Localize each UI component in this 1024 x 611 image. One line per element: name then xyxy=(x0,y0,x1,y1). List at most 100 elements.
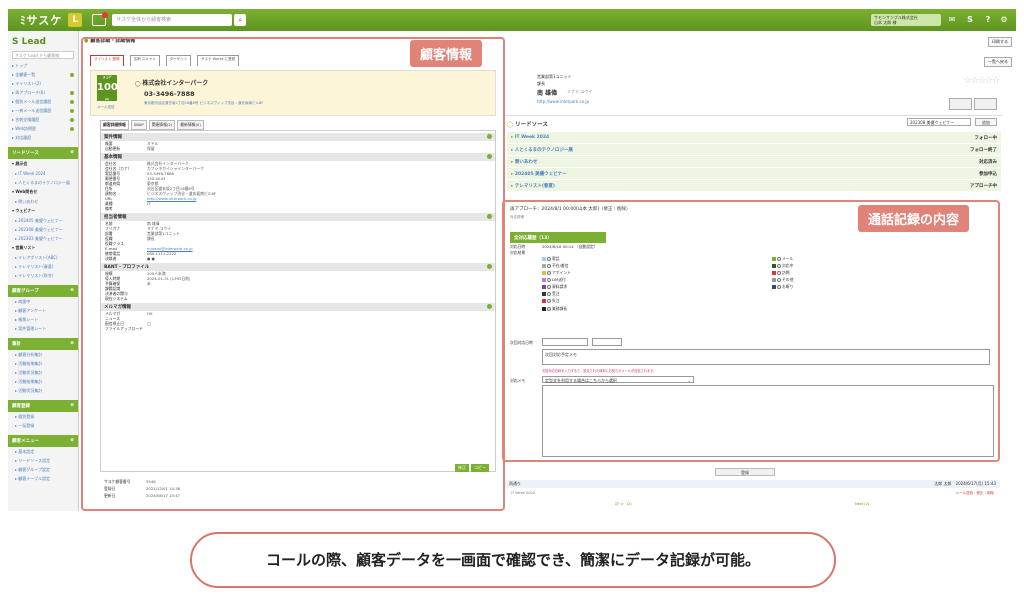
lead-source-name[interactable]: IT Week 2024 xyxy=(511,135,549,140)
sidebar-item[interactable]: ▸ テレマリスト(秋冬) xyxy=(8,271,78,280)
lead-source-row[interactable]: 問いあわせ 対応済み xyxy=(507,156,1001,168)
sidebar-section-header[interactable]: リードソース ⊕ xyxy=(8,147,78,159)
sidebar-section-header[interactable]: 顧客メニュー ⊕ xyxy=(8,435,78,447)
memo-template-select[interactable]: 定型文を利用する場合はこちらから選択 ⌄ xyxy=(542,376,694,383)
sidebar-section-header[interactable]: 顧客登録 ⊕ xyxy=(8,400,78,412)
sidebar-item[interactable]: ▸ トップ xyxy=(8,61,78,70)
sidebar-item[interactable]: ▸ 活動結果集計 xyxy=(8,359,78,368)
sidebar-item[interactable]: ▸ 名刺交換履歴 xyxy=(8,115,78,124)
history-count[interactable]: ﾛｸﾞｲﾝﾞ (2) xyxy=(615,502,632,507)
sidebar-item[interactable]: ▸ 個別メール送信履歴 xyxy=(8,97,78,106)
sidebar-item[interactable]: ▸ 案件管理シート xyxy=(8,324,78,333)
lead-source-name[interactable]: テレマリスト(春夏) xyxy=(511,183,555,189)
help-icon[interactable]: ? xyxy=(982,14,994,26)
sidebar-item[interactable]: ▸ 人とくるまのテクノロジー展 xyxy=(8,178,78,187)
sidebar-item[interactable]: ▸ 一括登録 xyxy=(8,421,78,430)
result-check-right[interactable]: 対応中 xyxy=(772,263,998,269)
sidebar-item[interactable]: ▸ テレマリスト(春夏) xyxy=(8,262,78,271)
sidebar-item[interactable]: ▸ 顧客テーブル設定 xyxy=(8,474,78,483)
lead-source-row[interactable]: 202405 美優ウェビナー 参加申込 xyxy=(507,168,1001,180)
lead-badge-icon[interactable]: L xyxy=(68,13,83,27)
lead-source-name[interactable]: 問いあわせ xyxy=(511,159,538,165)
plus-icon[interactable]: ⊕ xyxy=(70,438,74,444)
call-date-value[interactable]: 2024/6/18 00:14 （自動設定） xyxy=(542,244,598,250)
sidebar-item[interactable]: ▾ ウェビナー xyxy=(8,206,78,216)
next-time-input[interactable] xyxy=(592,338,622,346)
app-logo[interactable]: ﾐサスケ xyxy=(20,12,62,28)
sidebar-item[interactable]: ▸ 商談中 xyxy=(8,297,78,306)
stamp-box[interactable] xyxy=(974,98,997,110)
sidebar-item[interactable]: ▸ マイリスト(2) xyxy=(8,79,78,88)
lead-source-name[interactable]: 人とくるまのテクノロジー展 xyxy=(511,147,573,153)
sidebar-item[interactable]: ▸ 活動結果集計 xyxy=(8,377,78,386)
sidebar-item[interactable]: ▸ 202405 美優ウェビナー xyxy=(8,216,78,225)
sidebar-item[interactable]: ▸ 202308 美優ウェビナー xyxy=(8,225,78,234)
sidebar-item[interactable]: ▾ 営業リスト xyxy=(8,243,78,253)
result-check-left[interactable]: 不在/着信 xyxy=(542,263,768,269)
sidebar-item[interactable]: ▸ IT Week 2024 xyxy=(8,169,78,178)
sidebar-item[interactable]: ▸ Web訪問歴 xyxy=(8,124,78,133)
result-check-right[interactable]: 訪問 xyxy=(772,270,998,276)
next-memo-input[interactable]: 次回対応予定メモ xyxy=(542,349,990,365)
lead-source-row[interactable]: 人とくるまのテクノロジー展 フォロー終了 xyxy=(507,144,1001,156)
sidebar-item[interactable]: ▸ 一斉メール送信履歴 xyxy=(8,106,78,115)
sidebar-search-input[interactable]: サスケ Lead から顧客検 xyxy=(12,51,74,59)
search-icon[interactable]: ⌕ xyxy=(234,14,247,26)
mail-icon[interactable]: ✉ xyxy=(946,14,958,26)
lead-source-row[interactable]: IT Week 2024 フォロー中 xyxy=(507,132,1001,144)
sidebar-item[interactable]: ▸ 対応履歴 xyxy=(8,133,78,142)
sidebar-item[interactable]: ▸ 問いあわせ xyxy=(8,197,78,206)
sidebar-item[interactable]: ▸ 再アプローチ(6) xyxy=(8,88,78,97)
sidebar-item[interactable]: ▸ 202303 美優ウェビナー xyxy=(8,234,78,243)
history-next[interactable]: Next (2) xyxy=(855,502,869,506)
sidebar-item[interactable]: ▸ テレアポリスト(ABC) xyxy=(8,253,78,262)
lead-source-row[interactable]: テレマリスト(春夏) アプローチ中 xyxy=(507,180,1001,192)
next-date-input[interactable] xyxy=(542,338,588,346)
logo-icon[interactable]: S xyxy=(964,14,976,26)
result-check-left[interactable]: アポイント xyxy=(542,270,768,276)
sidebar-section-header[interactable]: 集計 ⊕ xyxy=(8,338,78,350)
plus-icon[interactable]: ⊕ xyxy=(70,288,74,294)
print-button[interactable]: 印刷する xyxy=(988,37,1012,47)
contact-url[interactable]: http://www.interpark.co.jp xyxy=(537,99,589,104)
result-check-left[interactable]: DM送付 xyxy=(542,277,768,283)
result-check-right[interactable]: お断り xyxy=(772,284,998,290)
back-to-list-button[interactable]: 一覧へ戻る xyxy=(984,57,1012,67)
result-check-right[interactable]: その他 xyxy=(772,277,998,283)
sidebar-item[interactable]: ▸ 顧客アンケート xyxy=(8,306,78,315)
gear-icon[interactable]: ⚙ xyxy=(998,14,1010,26)
memo-textarea[interactable] xyxy=(542,385,994,457)
sidebar-item[interactable]: ▸ 基本設定 xyxy=(8,447,78,456)
sidebar-item[interactable]: ▸ 個別登録 xyxy=(8,412,78,421)
stamp-box[interactable] xyxy=(949,98,972,110)
sidebar-item[interactable]: ▸ 顧客グループ設定 xyxy=(8,465,78,474)
result-check-left[interactable]: 受注 xyxy=(542,291,768,297)
other-check[interactable]: 業務課長 xyxy=(542,306,567,312)
global-search-input[interactable]: サスケ全体から顧客検索 xyxy=(112,14,233,26)
sidebar-item[interactable]: ▸ リードソース設定 xyxy=(8,456,78,465)
sidebar-item[interactable]: ▾ Web問合せ xyxy=(8,187,78,197)
lead-source-name[interactable]: 202405 美優ウェビナー xyxy=(511,171,567,177)
notification-icon[interactable] xyxy=(92,12,109,26)
result-check-right[interactable]: メール xyxy=(772,256,998,262)
sidebar-item[interactable]: ▸ 活動状況集計 xyxy=(8,368,78,377)
lead-source-add-button[interactable]: 追加 xyxy=(975,118,997,126)
lead-source-select[interactable]: 202308 美優ウェビナー xyxy=(907,118,971,126)
result-check-left[interactable]: 失注 xyxy=(542,298,768,304)
sidebar-item[interactable]: ▸ 活動状況集計 xyxy=(8,386,78,395)
result-check-left[interactable]: 資料請求 xyxy=(542,284,768,290)
history-links[interactable]: メール送信｜修正｜削除 xyxy=(956,491,995,496)
result-check-left[interactable]: 電話 xyxy=(542,256,768,262)
register-button[interactable]: 登録 xyxy=(715,468,775,476)
plus-icon[interactable]: ⊕ xyxy=(70,150,74,156)
user-box[interactable]: サモンサンプル株式会社 山本 太郎 様 xyxy=(871,14,941,26)
sidebar-item[interactable]: ▾ 展示会 xyxy=(8,159,78,169)
plus-icon[interactable]: ⊕ xyxy=(70,403,74,409)
call-history-tab[interactable]: 全対応履歴（13） xyxy=(510,232,606,243)
plus-icon[interactable]: ⊕ xyxy=(70,341,74,347)
sidebar-item[interactable]: ▸ 全顧客一覧 xyxy=(8,70,78,79)
rating-stars[interactable]: ☆☆☆☆☆ xyxy=(964,76,1000,86)
sidebar-section-header[interactable]: 顧客グループ ⊕ xyxy=(8,285,78,297)
sidebar-item[interactable]: ▸ 顧客分析集計 xyxy=(8,350,78,359)
sidebar-item[interactable]: ▸ 帳票シート xyxy=(8,315,78,324)
